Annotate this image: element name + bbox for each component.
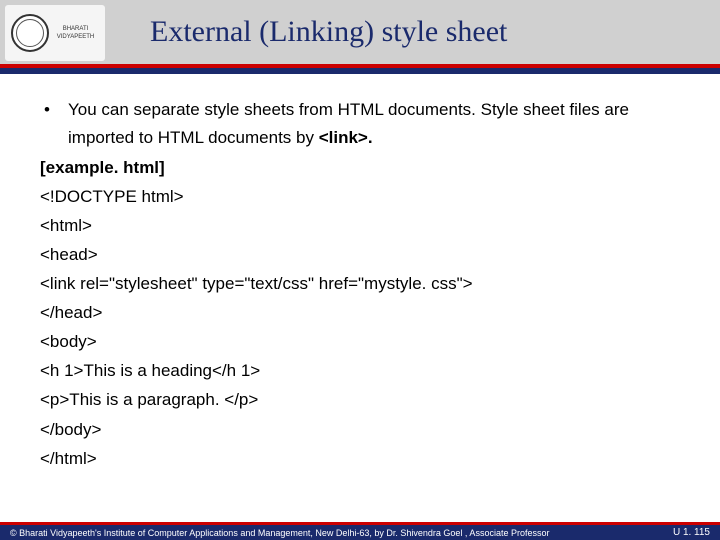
- link-tag-bold: <link>.: [319, 128, 373, 147]
- example-label: [example. html]: [40, 154, 680, 182]
- footer-copyright: © Bharati Vidyapeeth's Institute of Comp…: [10, 528, 549, 538]
- logo-emblem: [11, 14, 49, 52]
- code-line: <body>: [40, 328, 680, 356]
- bullet-marker: •: [40, 96, 68, 124]
- code-line: </html>: [40, 445, 680, 473]
- code-line: <head>: [40, 241, 680, 269]
- code-line: <h 1>This is a heading</h 1>: [40, 357, 680, 385]
- logo-text: BHARATI VIDYAPEETH: [52, 25, 100, 41]
- footer-page-number: U 1. 115: [673, 527, 710, 538]
- bullet-item: • You can separate style sheets from HTM…: [40, 96, 680, 152]
- slide-header: BHARATI VIDYAPEETH External (Linking) st…: [0, 0, 720, 68]
- bullet-text: You can separate style sheets from HTML …: [68, 96, 680, 152]
- slide-footer: © Bharati Vidyapeeth's Institute of Comp…: [0, 522, 720, 540]
- code-line: <html>: [40, 212, 680, 240]
- slide-content: • You can separate style sheets from HTM…: [0, 68, 720, 483]
- code-line: </body>: [40, 416, 680, 444]
- slide-title: External (Linking) style sheet: [120, 15, 507, 49]
- code-line: </head>: [40, 299, 680, 327]
- institution-logo: BHARATI VIDYAPEETH: [5, 5, 105, 61]
- code-line: <link rel="stylesheet" type="text/css" h…: [40, 270, 680, 298]
- code-line: <!DOCTYPE html>: [40, 183, 680, 211]
- code-line: <p>This is a paragraph. </p>: [40, 386, 680, 414]
